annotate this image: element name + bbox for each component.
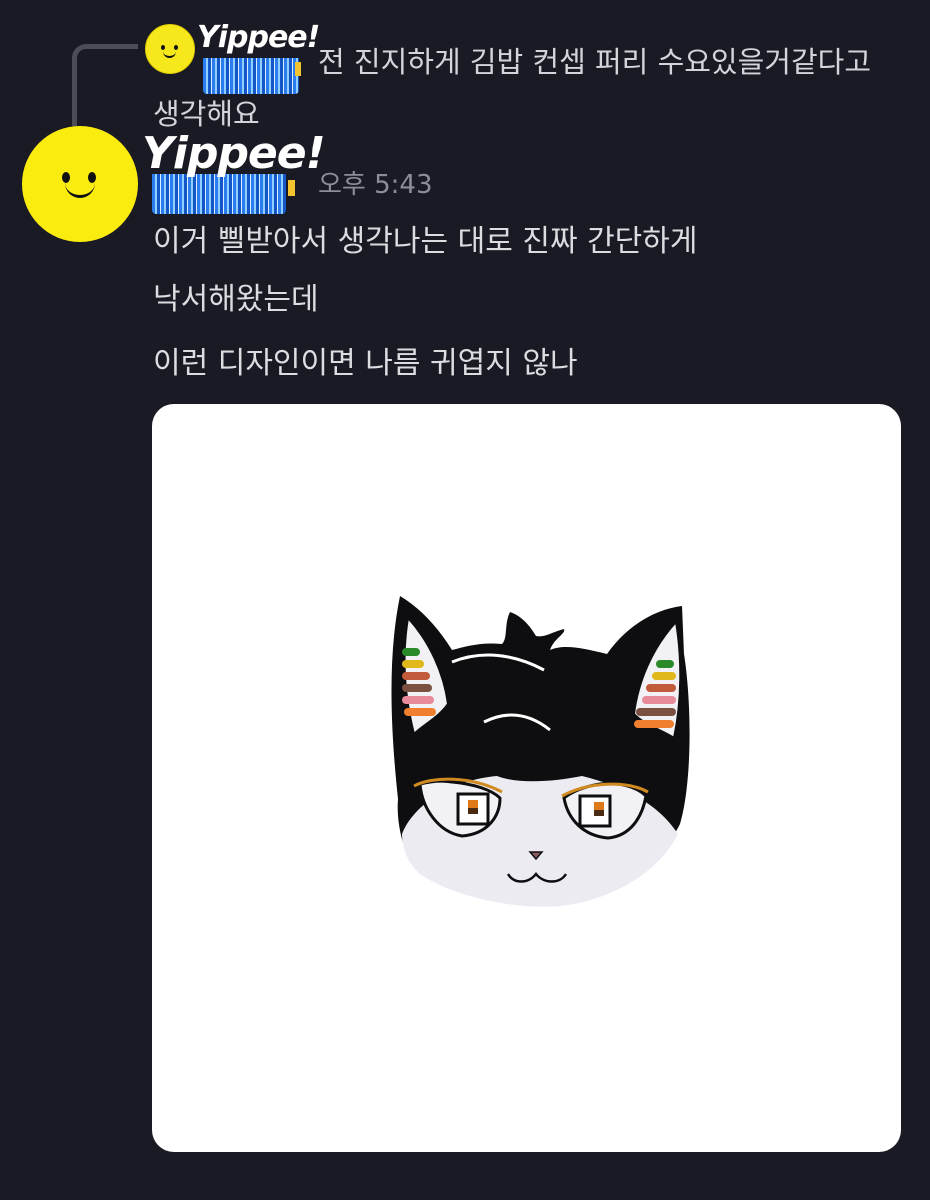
name-badge-decoration [152,174,286,214]
message-header: Yippee! 오후 5:43 [142,128,502,218]
avatar-mouth [65,182,95,198]
author-avatar[interactable] [22,126,138,242]
chat-view: Yippee! 전 진지하게 김밥 컨셉 퍼리 수요있을거같다고 생각해요 Yi… [0,0,930,1200]
message-text-line: 낙서해왔는데 [153,282,319,317]
reply-text: 전 진지하게 김밥 컨셉 퍼리 수요있을거같다고 생각해요 [145,36,915,140]
reply-connector [72,44,138,126]
message-text-line: 이런 디자인이면 나름 귀엽지 않나 [153,346,578,381]
name-badge-accent [288,180,295,196]
message-text-line: 이거 삘받아서 생각나는 대로 진짜 간단하게 [153,224,698,259]
black-cat-drawing [391,596,690,907]
image-attachment[interactable] [152,404,901,1152]
message-timestamp: 오후 5:43 [318,170,433,200]
reply-text-line: 전 진지하게 김밥 컨셉 퍼리 수요있을거같다고 [318,45,872,79]
message-author-name[interactable]: Yippee! [142,128,326,179]
